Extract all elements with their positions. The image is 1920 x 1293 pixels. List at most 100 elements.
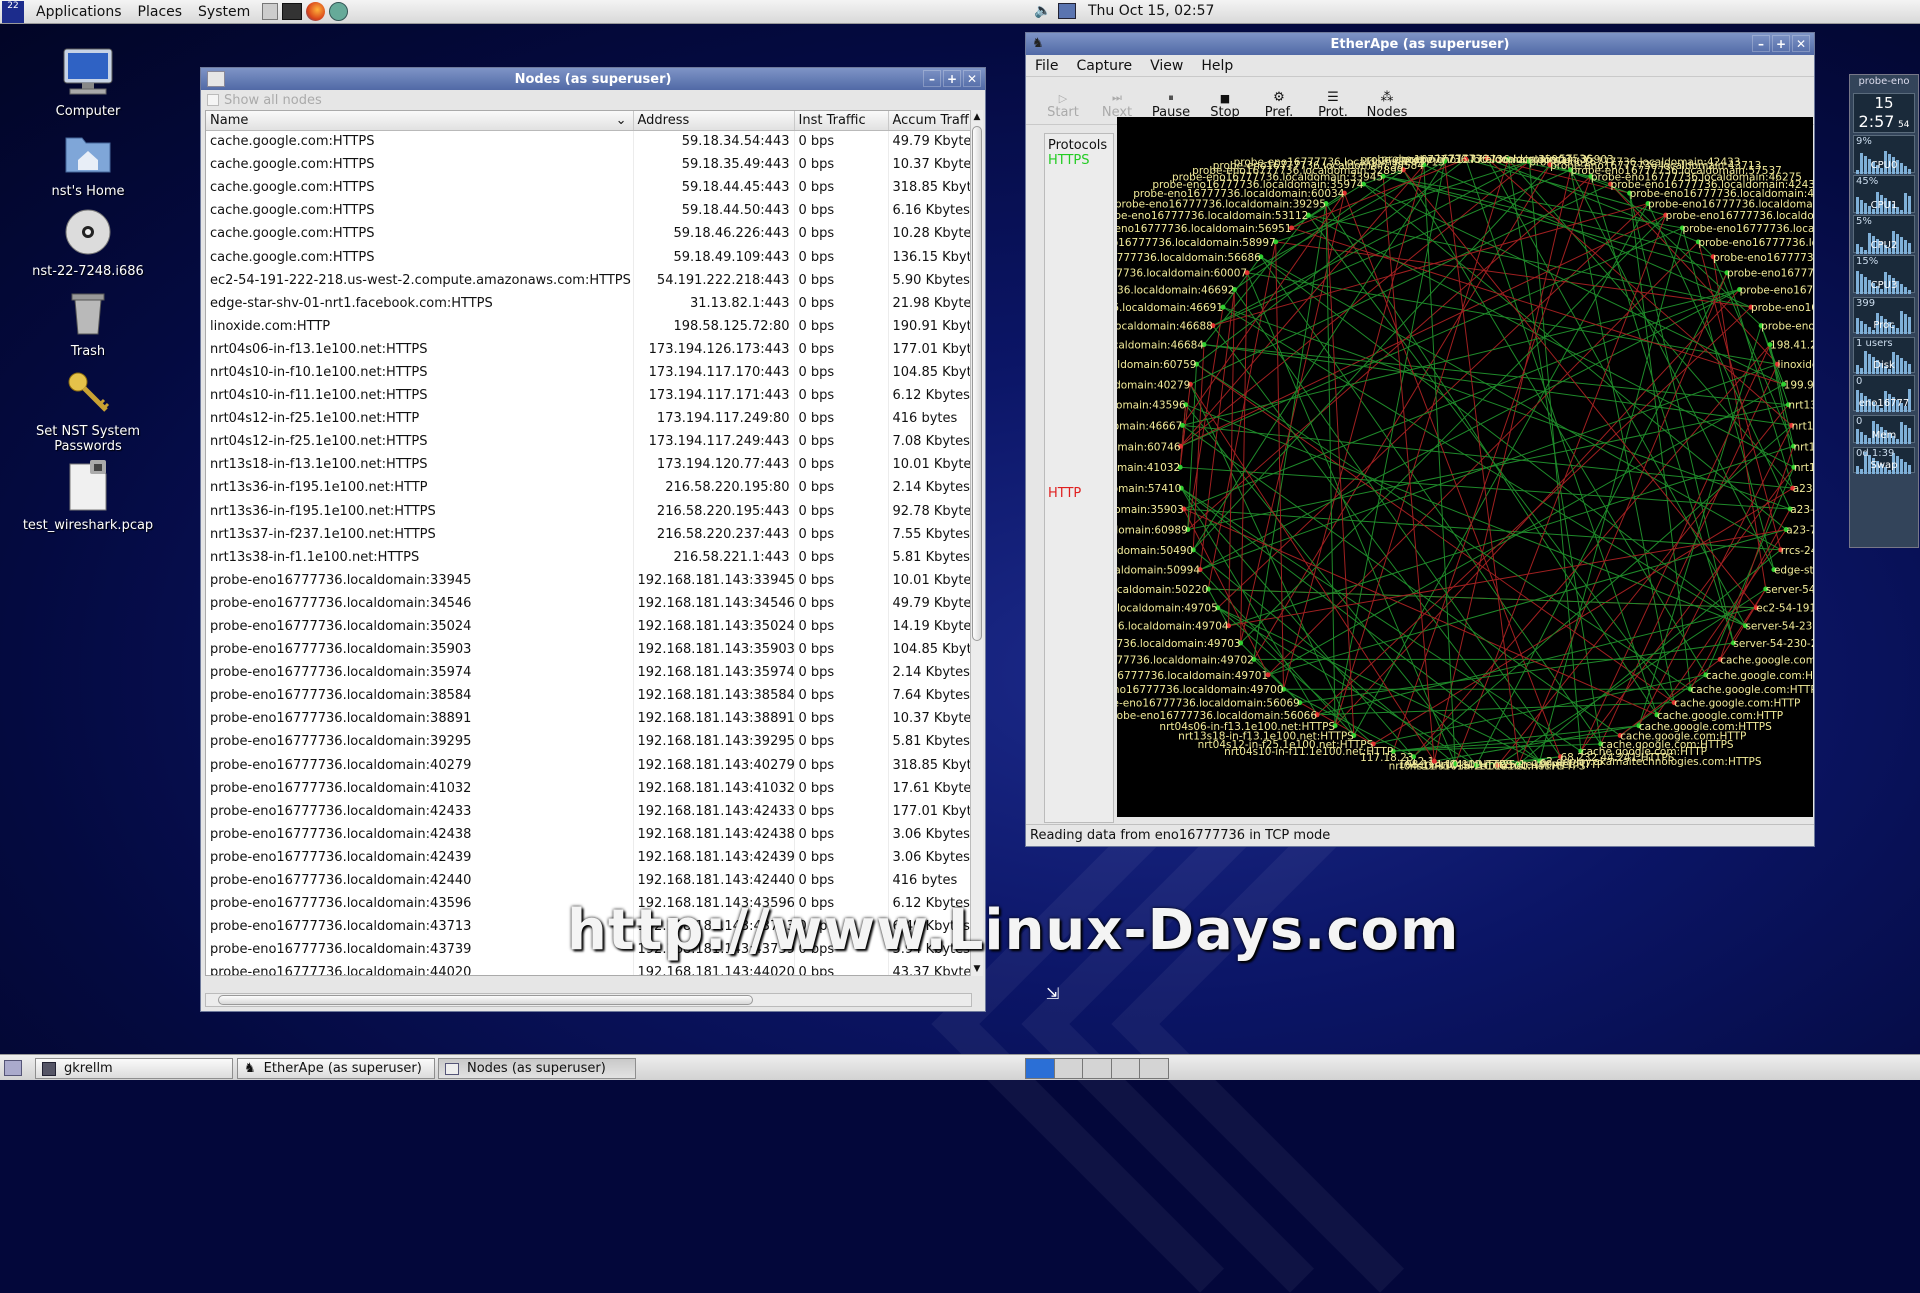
- table-row[interactable]: probe-eno16777736.localdomain:42433 192.1…: [206, 799, 971, 823]
- table-row[interactable]: nrt13s36-in-f195.1e100.net:HTTPS 216.58.2…: [206, 499, 971, 523]
- table-row[interactable]: nrt04s06-in-f13.1e100.net:HTTPS 173.194.1…: [206, 337, 971, 361]
- network-status-icon[interactable]: [1058, 3, 1076, 19]
- maximize-button[interactable]: +: [943, 70, 961, 87]
- menu-system[interactable]: System: [190, 4, 258, 20]
- nodes-titlebar[interactable]: Nodes (as superuser) – + ✕: [201, 68, 985, 90]
- desktop-icon-trash[interactable]: Trash: [13, 284, 163, 359]
- close-button[interactable]: ✕: [1792, 35, 1810, 52]
- menu-applications[interactable]: Applications: [28, 4, 130, 20]
- terminal-launcher-icon[interactable]: [282, 3, 303, 20]
- desktop-icon-home[interactable]: nst's Home: [13, 124, 163, 199]
- workspace-2[interactable]: [1054, 1059, 1084, 1078]
- minimize-button[interactable]: –: [923, 70, 941, 87]
- calculator-launcher-icon[interactable]: [262, 3, 279, 20]
- scrollbar-thumb[interactable]: [972, 126, 982, 641]
- table-row[interactable]: probe-eno16777736.localdomain:35024 192.1…: [206, 614, 971, 639]
- horizontal-scrollbar[interactable]: [205, 993, 972, 1007]
- table-row[interactable]: nrt04s12-in-f25.1e100.net:HTTPS 173.194.1…: [206, 430, 971, 454]
- table-row[interactable]: probe-eno16777736.localdomain:38891 192.1…: [206, 707, 971, 731]
- table-row[interactable]: linoxide.com:HTTP 198.58.125.72:80 0 bps 19…: [206, 314, 971, 338]
- scroll-up-arrow-icon[interactable]: ▲: [971, 110, 983, 124]
- protocol-http[interactable]: HTTP: [1048, 486, 1081, 501]
- workspace-1[interactable]: [1026, 1059, 1055, 1078]
- vertical-scrollbar[interactable]: ▲ ▼: [970, 110, 983, 976]
- etherape-titlebar[interactable]: ♞ EtherApe (as superuser) – + ✕: [1026, 33, 1814, 55]
- desktop-icon-computer[interactable]: Computer: [13, 44, 163, 119]
- table-row[interactable]: nrt13s18-in-f13.1e100.net:HTTPS 173.194.1…: [206, 453, 971, 477]
- desktop-icon-pcap[interactable]: test_wireshark.pcap: [13, 458, 163, 533]
- column-header-address[interactable]: Address: [633, 111, 795, 131]
- stop-button[interactable]: ■ Stop: [1198, 92, 1252, 120]
- protocols-button[interactable]: ☰ Prot.: [1306, 90, 1360, 120]
- menu-help[interactable]: Help: [1192, 58, 1242, 74]
- close-button[interactable]: ✕: [963, 70, 981, 87]
- maximize-button[interactable]: +: [1772, 35, 1790, 52]
- workspace-5[interactable]: [1140, 1059, 1168, 1078]
- preferences-button[interactable]: ⚙ Pref.: [1252, 90, 1306, 120]
- menu-places[interactable]: Places: [130, 4, 191, 20]
- column-header-name[interactable]: Name ⌄: [206, 111, 634, 131]
- table-row[interactable]: probe-eno16777736.localdomain:34546 192.1…: [206, 591, 971, 615]
- desktop-icon-cd[interactable]: nst-22-7248.i686: [13, 204, 163, 279]
- show-desktop-icon[interactable]: [4, 1060, 22, 1076]
- protocol-https[interactable]: HTTPS: [1045, 153, 1113, 168]
- scroll-down-arrow-icon[interactable]: ▼: [971, 962, 983, 976]
- table-row[interactable]: probe-eno16777736.localdomain:38584 192.1…: [206, 684, 971, 708]
- task-etherape[interactable]: ♞ EtherApe (as superuser): [237, 1058, 435, 1079]
- hscroll-thumb[interactable]: [218, 995, 753, 1005]
- table-row[interactable]: nrt13s36-in-f195.1e100.net:HTTP 216.58.22…: [206, 476, 971, 500]
- protocols-panel[interactable]: Protocols HTTPS HTTP: [1044, 133, 1114, 823]
- task-nodes[interactable]: Nodes (as superuser): [438, 1058, 636, 1079]
- table-row[interactable]: nrt13s37-in-f237.1e100.net:HTTPS 216.58.2…: [206, 522, 971, 546]
- table-row[interactable]: probe-eno16777736.localdomain:44020 192.1…: [206, 961, 971, 975]
- start-button[interactable]: ▷ Start: [1036, 92, 1090, 120]
- pause-button[interactable]: ⏸ Pause: [1144, 91, 1198, 120]
- table-row[interactable]: cache.google.com:HTTPS 59.18.49.109:443 0 …: [206, 245, 971, 269]
- table-row[interactable]: probe-eno16777736.localdomain:39295 192.1…: [206, 730, 971, 754]
- menu-file[interactable]: File: [1026, 58, 1067, 74]
- table-row[interactable]: probe-eno16777736.localdomain:41032 192.1…: [206, 776, 971, 800]
- network-tool-launcher-icon[interactable]: [329, 2, 349, 21]
- network-graph[interactable]: probe-eno16777736.localdomain:57536 probe…: [1117, 117, 1813, 817]
- workspace-switcher[interactable]: [1025, 1058, 1169, 1079]
- table-row[interactable]: nrt04s10-in-f11.1e100.net:HTTPS 173.194.1…: [206, 384, 971, 408]
- distro-logo-icon[interactable]: 22: [2, 0, 24, 23]
- table-row[interactable]: cache.google.com:HTTPS 59.18.44.50:443 0 b…: [206, 199, 971, 223]
- volume-icon[interactable]: 🔈: [1034, 3, 1051, 19]
- table-row[interactable]: probe-eno16777736.localdomain:35903 192.1…: [206, 638, 971, 662]
- table-row[interactable]: probe-eno16777736.localdomain:42440 192.1…: [206, 869, 971, 893]
- column-header-inst-traffic[interactable]: Inst Traffic: [794, 111, 889, 131]
- table-row[interactable]: probe-eno16777736.localdomain:40279 192.1…: [206, 753, 971, 777]
- window-menu-icon[interactable]: [207, 71, 225, 87]
- table-row[interactable]: probe-eno16777736.localdomain:42439 192.1…: [206, 845, 971, 869]
- table-row[interactable]: nrt13s38-in-f1.1e100.net:HTTPS 216.58.221…: [206, 545, 971, 569]
- task-gkrellm[interactable]: gkrellm: [35, 1058, 233, 1079]
- table-row[interactable]: probe-eno16777736.localdomain:33945 192.1…: [206, 568, 971, 592]
- workspace-3[interactable]: [1083, 1059, 1112, 1078]
- table-row[interactable]: nrt04s10-in-f10.1e100.net:HTTPS 173.194.1…: [206, 360, 971, 385]
- workspace-4[interactable]: [1111, 1059, 1141, 1078]
- menu-view[interactable]: View: [1141, 58, 1192, 74]
- table-row[interactable]: cache.google.com:HTTPS 59.18.34.54:443 0 b…: [206, 130, 971, 154]
- table-row[interactable]: ec2-54-191-222-218.us-west-2.compute.ama…: [206, 268, 971, 292]
- nodes-table[interactable]: Name ⌄ Address Inst Traffic Accum Traff c…: [205, 110, 972, 976]
- menu-capture[interactable]: Capture: [1067, 58, 1141, 74]
- clock[interactable]: Thu Oct 15, 02:57: [1088, 3, 1214, 19]
- table-row[interactable]: probe-eno16777736.localdomain:35974 192.1…: [206, 661, 971, 685]
- next-button[interactable]: ⏭ Next: [1090, 91, 1144, 120]
- table-row[interactable]: probe-eno16777736.localdomain:42438 192.1…: [206, 822, 971, 846]
- etherape-window[interactable]: ♞ EtherApe (as superuser) – + ✕ File Cap…: [1025, 32, 1815, 847]
- firefox-launcher-icon[interactable]: [306, 2, 326, 21]
- desktop-icon-passwords[interactable]: Set NST System Passwords: [13, 364, 163, 454]
- nodes-button[interactable]: ⁂ Nodes: [1360, 90, 1414, 120]
- column-header-accum-traffic[interactable]: Accum Traff: [888, 111, 971, 131]
- table-row[interactable]: cache.google.com:HTTPS 59.18.46.226:443 0 …: [206, 222, 971, 246]
- nodes-window[interactable]: Nodes (as superuser) – + ✕ Show all node…: [200, 67, 986, 1012]
- table-row[interactable]: cache.google.com:HTTPS 59.18.35.49:443 0 b…: [206, 153, 971, 177]
- gkrellm-monitor[interactable]: probe-eno 15 2:57 54 9% CPU0 45% CPU1 5% CPU2…: [1849, 74, 1919, 548]
- table-row[interactable]: cache.google.com:HTTPS 59.18.44.45:443 0 b…: [206, 176, 971, 200]
- show-all-nodes-checkbox[interactable]: Show all nodes: [201, 90, 985, 110]
- table-row[interactable]: edge-star-shv-01-nrt1.facebook.com:HTTPS…: [206, 291, 971, 315]
- minimize-button[interactable]: –: [1752, 35, 1770, 52]
- etherape-app-icon[interactable]: ♞: [1032, 36, 1046, 52]
